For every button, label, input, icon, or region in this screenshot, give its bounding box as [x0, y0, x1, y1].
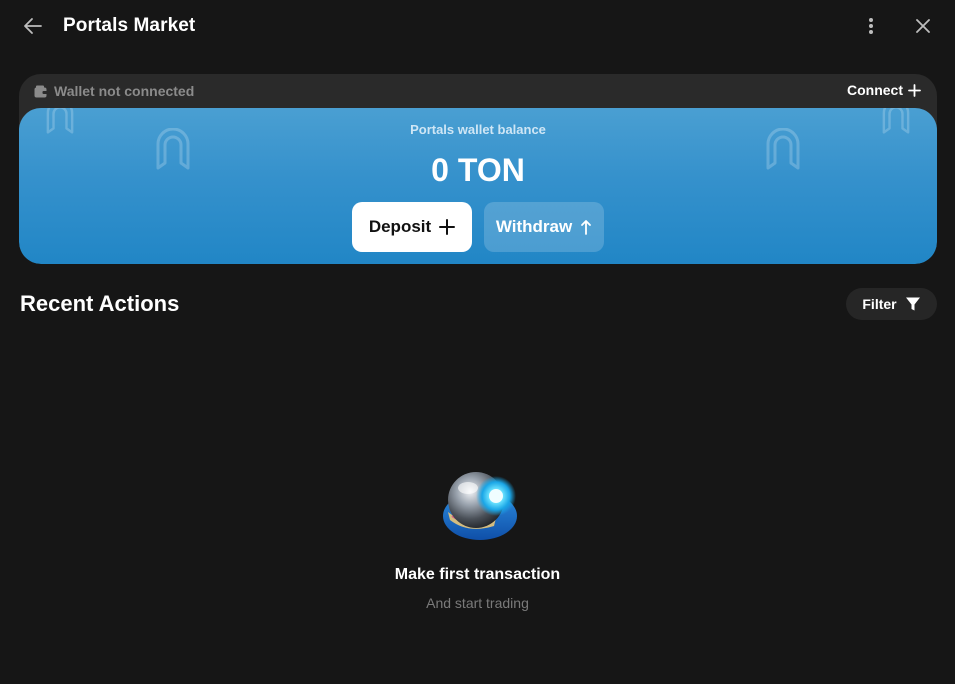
- empty-state-subtitle: And start trading: [426, 595, 529, 611]
- wallet-status-text: Wallet not connected: [54, 83, 195, 99]
- deposit-label: Deposit: [368, 217, 432, 236]
- withdraw-label: Withdraw: [495, 217, 573, 236]
- header-bar: Portals Market: [0, 0, 955, 54]
- back-button[interactable]: [20, 13, 46, 39]
- wallet-card: Wallet not connected Connect Portals wal…: [19, 74, 937, 264]
- withdraw-button[interactable]: Withdraw: [484, 202, 604, 252]
- plus-icon: [908, 83, 921, 97]
- connect-label: Connect: [847, 82, 903, 98]
- close-button[interactable]: [910, 13, 936, 39]
- funnel-icon: [905, 297, 920, 311]
- wallet-status: Wallet not connected: [34, 83, 194, 99]
- arrow-up-icon: [581, 220, 592, 235]
- app-window: Portals Market Wallet not connected Conn…: [0, 0, 955, 684]
- filter-button[interactable]: Filter: [846, 288, 937, 320]
- connect-wallet-button[interactable]: Connect: [847, 82, 921, 98]
- arrow-left-icon: [24, 18, 42, 34]
- recent-actions-title: Recent Actions: [20, 291, 180, 316]
- more-options-button[interactable]: [859, 13, 883, 39]
- balance-panel: Portals wallet balance 0 TON Deposit Wit…: [19, 108, 937, 264]
- filter-label: Filter: [862, 296, 897, 312]
- wallet-icon: [34, 85, 48, 97]
- deposit-button[interactable]: Deposit: [352, 202, 472, 252]
- close-icon: [916, 19, 930, 33]
- wallet-status-bar: Wallet not connected Connect: [19, 74, 937, 108]
- empty-state-title: Make first transaction: [394, 566, 561, 583]
- orb-illustration-icon: [443, 472, 517, 540]
- page-title: Portals Market: [63, 15, 196, 36]
- plus-icon: [439, 219, 456, 235]
- balance-label: Portals wallet balance: [410, 122, 546, 137]
- balance-value: 0 TON: [431, 152, 525, 188]
- more-vertical-icon: [869, 18, 873, 34]
